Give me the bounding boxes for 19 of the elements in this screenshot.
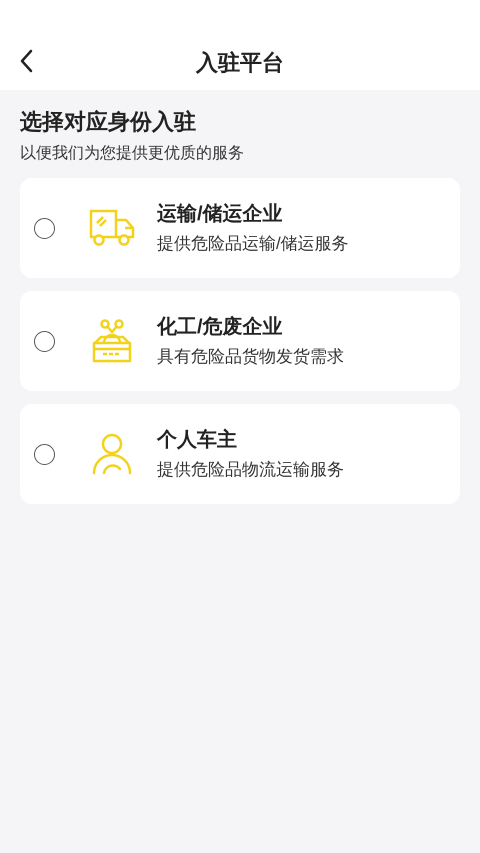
section-heading: 选择对应身份入驻	[20, 108, 197, 136]
option-description: 具有危险品货物发货需求	[157, 346, 344, 368]
option-title: 个人车主	[157, 428, 238, 453]
radio-button[interactable]	[34, 218, 55, 238]
option-card[interactable]: 化工/危废企业 具有危险品货物发货需求	[20, 291, 460, 391]
page-title: 入驻平台	[196, 48, 284, 76]
section-subheading: 以便我们为您提供更优质的服务	[20, 144, 245, 164]
radio-button[interactable]	[34, 444, 55, 464]
chemical-box-icon	[91, 319, 133, 363]
option-title: 化工/危废企业	[157, 314, 284, 340]
option-card[interactable]: 个人车主 提供危险品物流运输服务	[20, 404, 460, 504]
option-title: 运输/储运企业	[157, 202, 284, 227]
truck-icon	[89, 209, 135, 247]
back-icon	[19, 49, 33, 73]
option-description: 提供危险品运输/储运服务	[157, 233, 349, 255]
option-card[interactable]: 运输/储运企业 提供危险品运输/储运服务	[20, 178, 460, 278]
option-description: 提供危险品物流运输服务	[157, 459, 344, 481]
radio-button[interactable]	[34, 330, 55, 352]
person-icon	[91, 433, 133, 475]
